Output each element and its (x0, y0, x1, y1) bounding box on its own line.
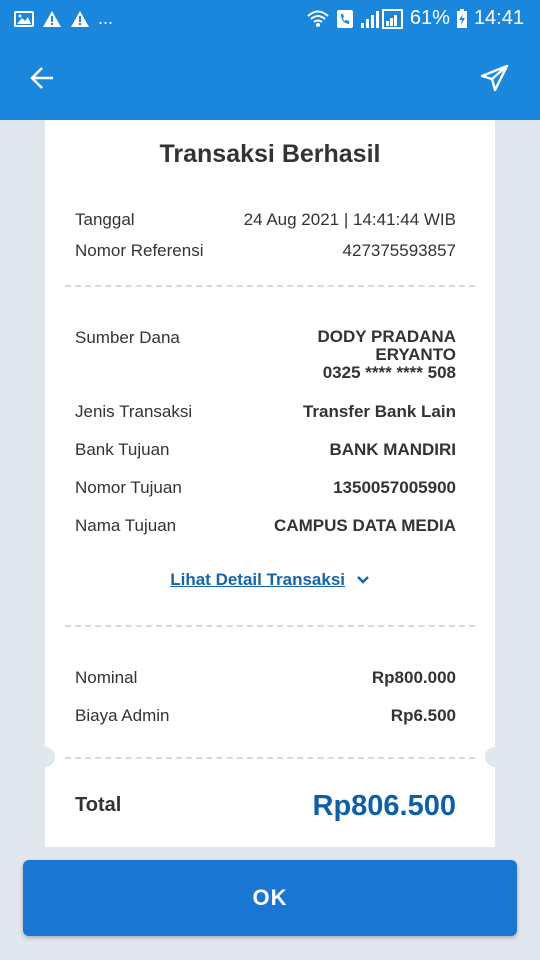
bank-tujuan-value: BANK MANDIRI (329, 440, 456, 459)
nominal-row: Nominal Rp800.000 (75, 668, 456, 688)
tanggal-value: 24 Aug 2021 | 14:41:44 WIB (243, 210, 456, 229)
page-title: Transaksi Berhasil (159, 140, 381, 168)
nomor-tujuan-label: Nomor Tujuan (75, 478, 182, 497)
nama-tujuan-label: Nama Tujuan (75, 516, 177, 535)
total-value: Rp806.500 (312, 790, 457, 822)
referensi-value: 427375593857 (342, 241, 456, 260)
system-icons: 61% 14:41 (306, 7, 524, 30)
referensi-label: Nomor Referensi (75, 241, 204, 260)
send-icon (480, 64, 509, 92)
chevron-down-icon (356, 576, 369, 584)
battery-percent: 61% (409, 7, 450, 29)
biaya-admin-label: Biaya Admin (75, 706, 170, 725)
nomor-tujuan-row: Nomor Tujuan 1350057005900 (75, 478, 456, 498)
detail-transaksi-label: Lihat Detail Transaksi (170, 570, 346, 589)
tanggal-label: Tanggal (75, 210, 135, 229)
divider (65, 757, 475, 759)
battery-icon (456, 8, 467, 28)
receipt-card: Transaksi Berhasil Tanggal 24 Aug 2021 |… (35, 120, 505, 847)
detail-transaksi-link[interactable]: Lihat Detail Transaksi (45, 570, 495, 590)
divider (65, 285, 475, 287)
nomor-tujuan-value: 1350057005900 (333, 478, 456, 497)
status-bar: ... 61% 14:41 (0, 0, 540, 38)
back-button[interactable] (18, 54, 66, 102)
image-icon (14, 10, 34, 27)
nominal-value: Rp800.000 (371, 668, 456, 687)
ok-button[interactable]: OK (23, 860, 517, 936)
total-label: Total (75, 794, 122, 816)
sumber-dana-row: Sumber Dana DODY PRADANA ERYANTO 0325 **… (75, 328, 456, 382)
bank-tujuan-label: Bank Tujuan (75, 440, 170, 459)
arrow-left-icon (30, 67, 53, 89)
wifi-icon (307, 10, 329, 27)
warning-icon (43, 10, 61, 27)
divider (65, 625, 475, 627)
jenis-transaksi-label: Jenis Transaksi (75, 402, 193, 421)
sumber-dana-value: DODY PRADANA ERYANTO 0325 **** **** 508 (317, 328, 456, 382)
notification-icons: ... (14, 8, 113, 29)
referensi-row: Nomor Referensi 427375593857 (75, 241, 456, 261)
nama-tujuan-value: CAMPUS DATA MEDIA (274, 516, 456, 535)
jenis-transaksi-value: Transfer Bank Lain (302, 402, 456, 421)
nominal-label: Nominal (75, 668, 138, 687)
left-notch (35, 747, 55, 767)
signal-icon (360, 8, 403, 29)
share-button[interactable] (470, 54, 518, 102)
sumber-name-line2: ERYANTO (375, 345, 456, 364)
sumber-account: 0325 **** **** 508 (322, 363, 456, 382)
clock: 14:41 (473, 7, 524, 29)
call-icon (336, 9, 353, 28)
sumber-name-line1: DODY PRADANA (317, 327, 456, 346)
jenis-transaksi-row: Jenis Transaksi Transfer Bank Lain (75, 402, 456, 422)
more-notifications-text: ... (98, 8, 114, 28)
right-notch (485, 747, 505, 767)
biaya-admin-row: Biaya Admin Rp6.500 (75, 706, 456, 726)
sumber-dana-label: Sumber Dana (75, 328, 180, 347)
app-bar (0, 38, 540, 120)
tanggal-row: Tanggal 24 Aug 2021 | 14:41:44 WIB (75, 210, 456, 230)
nama-tujuan-row: Nama Tujuan CAMPUS DATA MEDIA (75, 516, 456, 536)
warning-icon (71, 10, 89, 27)
biaya-admin-value: Rp6.500 (390, 706, 456, 725)
bank-tujuan-row: Bank Tujuan BANK MANDIRI (75, 440, 456, 460)
